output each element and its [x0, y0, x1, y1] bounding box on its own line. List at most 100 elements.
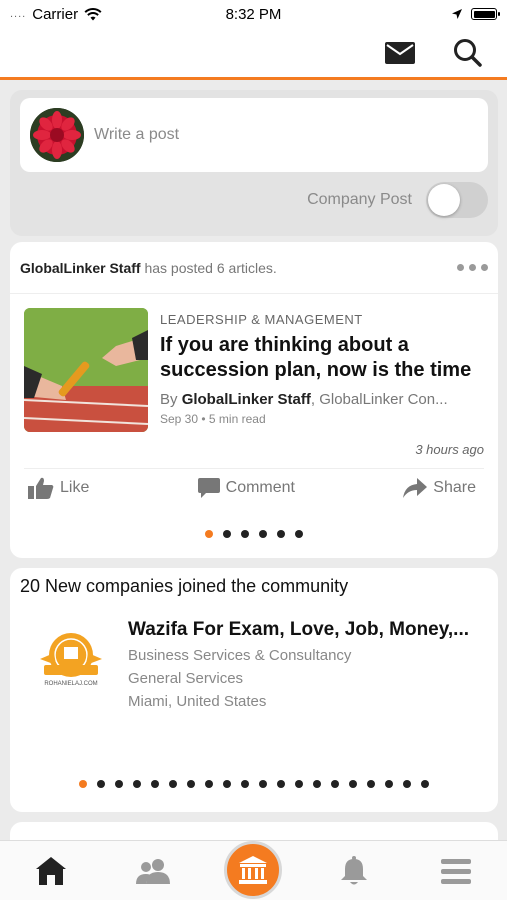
- pager-dot[interactable]: [385, 780, 393, 788]
- nav-notifications[interactable]: [324, 846, 384, 896]
- pager-dot[interactable]: [169, 780, 177, 788]
- company-category: Business Services & Consultancy: [128, 647, 352, 664]
- search-button[interactable]: [451, 36, 485, 70]
- more-options-icon[interactable]: [457, 264, 488, 271]
- new-companies-title: 20 New companies joined the community: [20, 576, 349, 596]
- article-meta: Sep 30 • 5 min read: [160, 412, 486, 426]
- share-icon: [403, 477, 428, 498]
- search-icon: [454, 38, 482, 67]
- feed: Write a post Company Post GlobalLinker S…: [10, 90, 498, 862]
- pager-dot[interactable]: [223, 530, 231, 538]
- pager-dot[interactable]: [115, 780, 123, 788]
- pager-dot[interactable]: [349, 780, 357, 788]
- pager-dot[interactable]: [277, 780, 285, 788]
- article-card-header: GlobalLinker Staff has posted 6 articles…: [10, 242, 498, 294]
- comment-icon: [197, 477, 220, 498]
- share-label: Share: [433, 478, 476, 496]
- status-left: .... Carrier: [10, 6, 102, 23]
- institution-icon: [239, 855, 268, 884]
- status-right: [451, 8, 500, 20]
- pager-dot[interactable]: [421, 780, 429, 788]
- write-post-input[interactable]: Write a post: [94, 126, 179, 144]
- article-body[interactable]: LEADERSHIP & MANAGEMENT If you are think…: [10, 294, 498, 432]
- like-label: Like: [60, 478, 90, 496]
- company-logo-image: ROHANIELAJ.COM: [40, 633, 102, 687]
- pager-dot[interactable]: [277, 530, 285, 538]
- article-card: GlobalLinker Staff has posted 6 articles…: [10, 242, 498, 558]
- poster-suffix: has posted 6 articles.: [144, 259, 277, 276]
- mail-button[interactable]: [383, 36, 417, 70]
- company-logo-text: ROHANIELAJ.COM: [44, 681, 97, 687]
- battery-icon: [471, 8, 500, 20]
- article-headline[interactable]: If you are thinking about a succession p…: [160, 333, 486, 383]
- pager-dot[interactable]: [133, 780, 141, 788]
- top-header: [0, 28, 507, 80]
- carrier-label: Carrier: [32, 5, 79, 23]
- bell-icon: [341, 855, 368, 884]
- nav-home[interactable]: [21, 846, 81, 896]
- people-icon: [135, 858, 170, 884]
- bottom-nav: [0, 840, 507, 900]
- pager-dot[interactable]: [259, 780, 267, 788]
- pager-dot[interactable]: [295, 780, 303, 788]
- article-byline: By GlobalLinker Staff, GlobalLinker Con.…: [160, 391, 486, 408]
- article-info: LEADERSHIP & MANAGEMENT If you are think…: [160, 308, 486, 432]
- comment-label: Comment: [225, 478, 295, 496]
- company-post-row: Company Post: [307, 182, 488, 218]
- mail-icon: [385, 41, 415, 64]
- pager-dot[interactable]: [79, 780, 87, 788]
- signal-icon: ....: [10, 8, 27, 20]
- pager-dot[interactable]: [403, 780, 411, 788]
- comment-button[interactable]: Comment: [197, 477, 295, 498]
- pager-dot[interactable]: [187, 780, 195, 788]
- company-name[interactable]: Wazifa For Exam, Love, Job, Money,...: [128, 619, 486, 641]
- pager-dot[interactable]: [295, 530, 303, 538]
- pager-dot[interactable]: [241, 530, 249, 538]
- pager-dot[interactable]: [223, 780, 231, 788]
- company-logo[interactable]: ROHANIELAJ.COM: [34, 625, 108, 699]
- article-pager: [10, 530, 498, 538]
- pager-dot[interactable]: [367, 780, 375, 788]
- article-read-time: • 5 min read: [201, 412, 266, 426]
- byline-prefix: By: [160, 391, 178, 408]
- thumbs-up-icon: [28, 477, 54, 499]
- flower-avatar-image: [30, 108, 84, 162]
- new-companies-card: 20 New companies joined the community RO…: [10, 568, 498, 812]
- post-composer: Write a post Company Post: [10, 90, 498, 236]
- poster-name[interactable]: GlobalLinker Staff: [20, 260, 141, 276]
- nav-people[interactable]: [123, 846, 183, 896]
- company-info: Wazifa For Exam, Love, Job, Money,... Bu…: [128, 619, 486, 710]
- article-actions: Like Comment Share: [24, 468, 484, 506]
- pager-dot[interactable]: [241, 780, 249, 788]
- nav-menu[interactable]: [426, 846, 486, 896]
- pager-dot[interactable]: [331, 780, 339, 788]
- companies-pager: [10, 780, 498, 788]
- article-author[interactable]: GlobalLinker Staff: [182, 391, 311, 408]
- menu-icon: [441, 858, 472, 884]
- pager-dot[interactable]: [259, 530, 267, 538]
- article-date: Sep 30: [160, 412, 199, 426]
- article-thumbnail[interactable]: [24, 308, 148, 432]
- pager-dot[interactable]: [313, 780, 321, 788]
- article-org: GlobalLinker Con...: [319, 391, 448, 408]
- pager-dot[interactable]: [151, 780, 159, 788]
- company-post-toggle[interactable]: [426, 182, 488, 218]
- pager-dot[interactable]: [205, 530, 213, 538]
- pager-dot[interactable]: [205, 780, 213, 788]
- share-button[interactable]: Share: [403, 477, 476, 498]
- home-icon: [35, 856, 66, 885]
- byline-separator: ,: [310, 391, 320, 408]
- nav-institution[interactable]: [224, 840, 283, 899]
- write-post-row[interactable]: Write a post: [20, 98, 488, 172]
- posted-ago: 3 hours ago: [415, 442, 484, 457]
- relay-baton-image: [24, 308, 148, 432]
- status-bar: .... Carrier 8:32 PM: [0, 0, 507, 28]
- company-item[interactable]: ROHANIELAJ.COM Wazifa For Exam, Love, Jo…: [10, 597, 498, 710]
- like-button[interactable]: Like: [28, 477, 89, 499]
- user-avatar[interactable]: [30, 108, 84, 162]
- pager-dot[interactable]: [97, 780, 105, 788]
- company-location: Miami, United States: [128, 693, 267, 710]
- article-category: LEADERSHIP & MANAGEMENT: [160, 312, 363, 327]
- wifi-icon: [84, 7, 102, 20]
- company-subcategory: General Services: [128, 670, 244, 687]
